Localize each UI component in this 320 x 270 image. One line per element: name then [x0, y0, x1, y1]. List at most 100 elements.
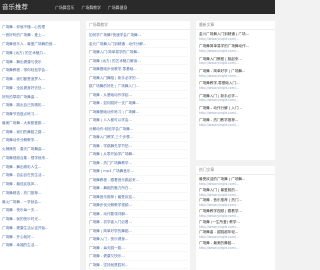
- hot-articles-list: 最受欢迎的广场舞 | 广场舞... http://www.yingld.com/.…: [196, 175, 275, 250]
- hot-articles-box: 热门文章 最受欢迎的广场舞 | 广场舞... http://www.yingld.…: [196, 166, 275, 270]
- article-link[interactable]: 广场舞 | 简单好学的舞蹈...: [89, 227, 187, 235]
- article-link[interactable]: 火辣辣的 - 春天广场舞曲...: [2, 145, 80, 154]
- nav-link-teaching[interactable]: 广场舞教学: [81, 5, 100, 10]
- sidebar-article-url[interactable]: http://www.yingld.com/...: [199, 49, 273, 53]
- article-link[interactable]: 广场舞 - 幸福的生活...: [2, 241, 80, 250]
- left-list: 广场舞 - 你就不懂...心的理 一首好听的广场舞 - 爱上... 广场舞音乐人 -…: [0, 21, 80, 250]
- sidebar-article-url[interactable]: http://www.yingld.com/...: [199, 246, 273, 250]
- article-link[interactable]: 广场舞步伐分解教学视频...: [89, 201, 187, 210]
- sidebar-article: 广场舞曲 - 越跳越年轻... http://www.yingld.com/...: [199, 230, 273, 239]
- sidebar-article-url[interactable]: http://www.yingld.com/...: [199, 123, 273, 127]
- sidebar-article: 广场舞 - 音乐推荐 | 热门... http://www.yingld.com/…: [199, 198, 273, 207]
- middle-list-title: 广场舞教学: [86, 21, 190, 30]
- article-link[interactable]: 跳广场舞的好处 | 广场舞入门...: [89, 82, 187, 91]
- sidebar-article-url[interactable]: http://www.yingld.com/...: [199, 74, 273, 78]
- article-link[interactable]: 广场舞动作分解教学...: [2, 136, 80, 145]
- article-link[interactable]: 广场舞 | 人人都可以学会...: [89, 116, 187, 125]
- article-link[interactable]: 广场舞基础动作练习 | 广场舞...: [89, 108, 187, 116]
- sidebar-article-url[interactable]: http://www.yingld.com/...: [199, 203, 273, 207]
- article-link[interactable]: 最火广场舞 - 一学就会...: [2, 198, 80, 207]
- article-link[interactable]: 广场舞 - 健康又快乐...: [89, 252, 187, 261]
- article-link[interactable]: 广场舞 - 舞蹈的魅力所在...: [89, 184, 187, 193]
- article-link[interactable]: 好听的草原广场舞曲...: [2, 93, 80, 102]
- article-link[interactable]: 广场舞 - 我的快乐时光...: [2, 215, 80, 224]
- sidebar-article: 广场舞入门 | 新手必学... http://www.yingld.com/...: [199, 94, 273, 103]
- article-link[interactable]: 广场舞基础步伐教学,零基础...: [89, 65, 187, 74]
- sidebar-article: 广场舞 - 动作分解 | 入门... http://www.yingld.com/…: [199, 106, 273, 115]
- middle-list: 如何学广场舞?快速学会广场舞... 金元广场舞入门到精通 - 动作分解... 广场舞…: [86, 30, 190, 269]
- article-link[interactable]: 广场舞 - 健康生活从这开始...: [2, 224, 80, 233]
- article-link[interactable]: 广场舞入门:简单易学的广场舞...: [89, 48, 187, 57]
- article-link[interactable]: 最美广场舞 - 大家都爱跳...: [2, 119, 80, 128]
- article-link[interactable]: 广场舞入门 - 快乐健身...: [89, 235, 187, 244]
- article-link[interactable]: 金元广场舞入门到精通 - 动作分解...: [89, 40, 187, 48]
- sidebar-article: 广场舞 (一生所爱) 教学... http://www.yingld.com/..…: [199, 220, 273, 229]
- article-link[interactable]: 广场舞音乐推荐 | 最受欢迎...: [89, 193, 187, 201]
- sidebar-article: 广场舞简单易学的广场舞动作... http://www.yingld.com/..…: [199, 44, 273, 53]
- middle-article-list: 广场舞教学 如何学广场舞?快速学会广场舞... 金元广场舞入门到精通 - 动作分解…: [86, 21, 190, 270]
- article-link[interactable]: 如何学广场舞?快速学会广场舞...: [89, 31, 187, 40]
- sidebar-article-url[interactable]: http://www.yingld.com/...: [199, 214, 273, 218]
- article-link[interactable]: 分解动作:轻松学会广场舞...: [89, 125, 187, 133]
- sidebar-article-url[interactable]: http://www.yingld.com/...: [199, 98, 273, 102]
- sidebar-article-url[interactable]: http://www.yingld.com/...: [199, 86, 273, 90]
- article-link[interactable]: 广场舞 - 跳出自己的精彩...: [2, 101, 80, 110]
- sidebar-article: 广场舞 - 简单好学 | 广场舞... http://www.yingld.com…: [199, 69, 273, 78]
- sidebar-article-url[interactable]: http://www.yingld.com/...: [199, 235, 273, 239]
- article-link[interactable]: 广场舞 - 舞出精彩人生...: [2, 163, 80, 172]
- article-link[interactable]: 广场舞 - 全民健身好去处...: [2, 84, 80, 93]
- sidebar-article: 广场舞入门教程 | 跳起来... http://www.yingld.com/..…: [199, 57, 273, 66]
- sidebar-article: 广场舞入门 | 最爱跳的... http://www.yingld.com/...: [199, 188, 273, 197]
- hot-articles-title: 热门文章: [196, 166, 275, 175]
- article-link[interactable]: 广场舞入门教学,三个步骤...: [89, 133, 187, 142]
- sidebar-article-url[interactable]: http://www.yingld.com/...: [199, 61, 273, 65]
- main-nav: 广场舞音乐 广场舞教学 广场舞健身: [55, 5, 127, 10]
- sidebar-article-url[interactable]: http://www.yingld.com/...: [199, 182, 273, 186]
- article-link[interactable]: 广场舞教程 - 跟着音乐跳起来...: [89, 176, 187, 184]
- article-link[interactable]: 广场舞 - 如何跳好一支广场舞...: [89, 99, 187, 108]
- latest-articles-list: 金川广场舞入门到精通 | 广场... http://www.yingld.com/…: [196, 30, 275, 127]
- sidebar-article-url[interactable]: http://www.yingld.com/...: [199, 193, 273, 197]
- sidebar-article: 最受欢迎的广场舞 | 广场舞... http://www.yingld.com/.…: [199, 177, 273, 186]
- article-link[interactable]: 广场舞精选 - 热门推荐...: [2, 189, 80, 198]
- article-link[interactable]: 广场舞 | mp3 广场舞音乐...: [89, 167, 187, 176]
- sidebar-article: 广场舞教学,零基础入门... http://www.yingld.com/...: [199, 81, 273, 90]
- article-link[interactable]: 广场舞音乐人 - 最爱广场舞的音...: [2, 40, 80, 49]
- article-link[interactable]: 广场舞 - 自由自在的生活...: [2, 171, 80, 180]
- sidebar-article-url[interactable]: http://www.yingld.com/...: [199, 225, 273, 229]
- article-link[interactable]: 广场舞 - 初学者入门必看...: [89, 218, 187, 227]
- article-link[interactable]: 广场舞 - 热门广场舞教学...: [89, 159, 187, 167]
- left-article-list: 广场舞 - 你就不懂...心的理 一首好听的广场舞 - 爱上... 广场舞音乐人 -…: [0, 21, 80, 270]
- article-link[interactable]: 一首好听的广场舞 - 爱上...: [2, 31, 80, 40]
- article-link[interactable]: 广场舞 - 最炫民族风...: [2, 180, 80, 189]
- latest-articles-title: 最新文章: [196, 21, 275, 30]
- article-link[interactable]: 广场舞 (远方) 的艺术魅力...: [2, 49, 80, 58]
- article-link[interactable]: 广场舞 - 动作要领详解...: [89, 210, 187, 218]
- sidebar-article: 广场舞 - 最美的舞蹈... http://www.yingld.com/...: [199, 241, 273, 250]
- sidebar-article-url[interactable]: http://www.yingld.com/...: [199, 37, 273, 41]
- article-link[interactable]: 广场舞 - 从基础动作学起...: [89, 91, 187, 99]
- article-link[interactable]: 广场舞 | 从零开始学广场舞...: [89, 150, 187, 159]
- sidebar-article-url[interactable]: http://www.yingld.com/...: [199, 111, 273, 115]
- article-link[interactable]: 广场舞 - 坚持就是胜利...: [89, 261, 187, 269]
- article-link[interactable]: 广场舞 - 舞出健康与快乐: [2, 58, 80, 67]
- latest-articles-box: 最新文章 金川广场舞入门到精通 | 广场... http://www.yingld…: [196, 21, 275, 160]
- article-link[interactable]: 广场舞视频合集 - 想学就来...: [2, 154, 80, 163]
- article-link[interactable]: 广场舞 (远方) 的艺术魅力解读...: [89, 57, 187, 65]
- article-link[interactable]: 广场舞入门舞蹈 | 新手必学的...: [89, 74, 187, 82]
- top-navigation-bar: 音乐推荐 广场舞音乐 广场舞教学 广场舞健身: [0, 0, 275, 14]
- article-link[interactable]: 广场舞 - 学跳舞先学节拍...: [89, 142, 187, 150]
- nav-link-fitness[interactable]: 广场舞健身: [108, 5, 127, 10]
- article-link[interactable]: 广场舞 - 开心就好...: [2, 233, 80, 242]
- sidebar-article: 金川广场舞入门到精通 | 广场... http://www.yingld.com/…: [199, 32, 273, 41]
- article-link[interactable]: 广场舞教程 - 带你轻松学会...: [2, 66, 80, 75]
- site-brand[interactable]: 音乐推荐: [2, 3, 28, 11]
- nav-link-music[interactable]: 广场舞音乐: [55, 5, 74, 10]
- article-link[interactable]: 广场舞 - 每天跳一跳...: [89, 244, 187, 252]
- article-link[interactable]: 广场舞节拍鼓点练习...: [2, 110, 80, 119]
- article-link[interactable]: 广场舞 - 我们的舞蹈之路...: [2, 128, 80, 137]
- article-link[interactable]: 广场舞 - 我们都是追梦人...: [2, 75, 80, 84]
- sidebar-article: 广场舞教学视频 | 跟着学... http://www.yingld.com/..…: [199, 209, 273, 218]
- article-link[interactable]: 广场舞 - 你就不懂...心的理: [2, 23, 80, 32]
- article-link[interactable]: 广场舞 - 快乐每一天...: [2, 206, 80, 215]
